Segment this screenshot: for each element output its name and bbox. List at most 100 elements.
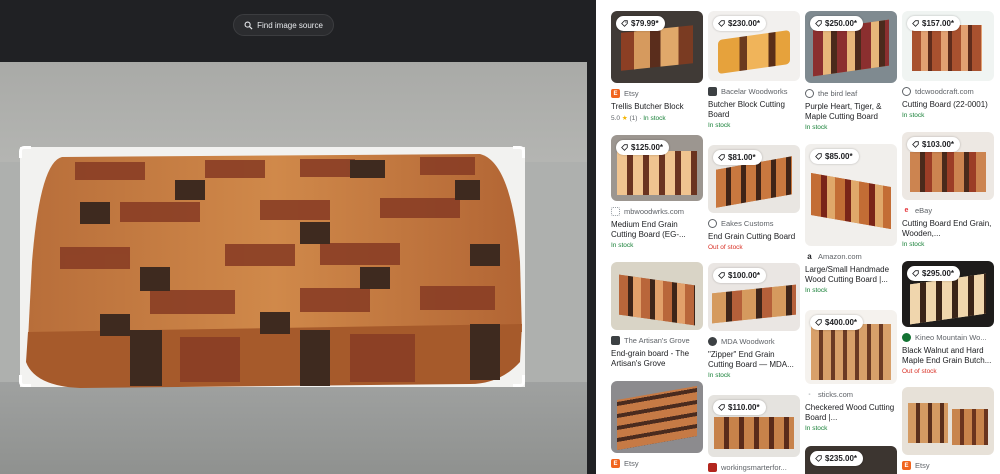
- result-card[interactable]: $85.00* a Amazon.com Large/Small Handmade…: [805, 144, 897, 294]
- tag-icon: [621, 144, 628, 151]
- tag-icon: [718, 272, 725, 279]
- result-card[interactable]: $100.00* MDA Woodwork "Zipper" End Grain…: [708, 263, 800, 379]
- stock-status: In stock: [805, 287, 828, 294]
- result-card[interactable]: $250.00* the bird leaf Purple Heart, Tig…: [805, 11, 897, 131]
- stock-status: In stock: [805, 124, 828, 131]
- result-card[interactable]: $295.00* Kineo Mountain Wo... Black Waln…: [902, 261, 994, 375]
- crop-handle-bottom-right[interactable]: [513, 375, 525, 387]
- result-thumbnail[interactable]: $103.00*: [902, 132, 994, 200]
- find-image-source-label: Find image source: [257, 20, 323, 30]
- price-badge: $100.00*: [713, 268, 767, 283]
- result-card[interactable]: $79.99* E Etsy Trellis Butcher Block 5.0 …: [611, 11, 703, 122]
- result-title[interactable]: End-grain board - The Artisan's Grove: [611, 349, 703, 369]
- price-badge: $157.00*: [907, 16, 961, 31]
- price-badge: $110.00*: [713, 400, 766, 415]
- result-card[interactable]: $125.00* mbwoodwrks.com Medium End Grain…: [611, 135, 703, 249]
- stock-status: In stock: [805, 425, 828, 432]
- result-card[interactable]: $235.00*: [805, 446, 897, 474]
- kineo-icon: [902, 333, 911, 342]
- result-title[interactable]: Butcher Block Cutting Board: [708, 100, 800, 120]
- tag-icon: [718, 154, 725, 161]
- tag-icon: [815, 20, 822, 27]
- result-thumbnail[interactable]: $110.00*: [708, 395, 800, 457]
- result-title[interactable]: Black Walnut and Hard Maple End Grain Bu…: [902, 346, 994, 366]
- result-thumbnail[interactable]: $81.00*: [708, 145, 800, 213]
- price-badge: $103.00*: [907, 137, 961, 152]
- result-card[interactable]: The Artisan's Grove End-grain board - Th…: [611, 262, 703, 369]
- ws-icon: [708, 463, 717, 472]
- result-thumbnail[interactable]: $230.00*: [708, 11, 800, 81]
- tag-icon: [815, 319, 822, 326]
- crop-handle-top-right[interactable]: [513, 146, 525, 158]
- result-title[interactable]: Large/Small Handmade Wood Cutting Board …: [805, 265, 897, 285]
- stock-status: Out of stock: [902, 368, 937, 375]
- amazon-icon: a: [805, 252, 814, 261]
- ebay-icon: e: [902, 206, 911, 215]
- result-title[interactable]: Trellis Butcher Block: [611, 102, 703, 112]
- result-title[interactable]: Medium End Grain Cutting Board (EG-...: [611, 220, 703, 240]
- tag-icon: [912, 141, 919, 148]
- stock-status: In stock: [708, 122, 731, 129]
- result-card[interactable]: $110.00* workingsmarterfor...: [708, 395, 800, 472]
- globe-icon: [902, 87, 911, 96]
- result-card[interactable]: E Etsy: [611, 381, 703, 468]
- price-badge: $125.00*: [616, 140, 670, 155]
- result-thumbnail[interactable]: $250.00*: [805, 11, 897, 83]
- find-image-source-button[interactable]: Find image source: [233, 14, 334, 36]
- result-card[interactable]: $157.00* tdcwoodcraft.com Cutting Board …: [902, 11, 994, 119]
- result-card[interactable]: $103.00* e eBay Cutting Board End Grain, …: [902, 132, 994, 248]
- result-title[interactable]: "Zipper" End Grain Cutting Board — MDA..…: [708, 350, 800, 370]
- stock-status: Out of stock: [708, 244, 743, 251]
- price-badge: $235.00*: [810, 451, 864, 466]
- dots-icon: [611, 207, 620, 216]
- result-title[interactable]: End Grain Cutting Board: [708, 232, 800, 242]
- result-card[interactable]: $81.00* Eakes Customs End Grain Cutting …: [708, 145, 800, 251]
- result-thumbnail[interactable]: [902, 387, 994, 455]
- price-badge: $81.00*: [713, 150, 762, 165]
- result-thumbnail[interactable]: [611, 381, 703, 453]
- tag-icon: [718, 404, 725, 411]
- price-badge: $250.00*: [810, 16, 864, 31]
- result-thumbnail[interactable]: [611, 262, 703, 330]
- result-thumbnail[interactable]: $79.99*: [611, 11, 703, 83]
- artisan-icon: [611, 336, 620, 345]
- globe-icon: [805, 89, 814, 98]
- result-title[interactable]: Checkered Wood Cutting Board |...: [805, 403, 897, 423]
- result-title[interactable]: Cutting Board (22-0001): [902, 100, 994, 110]
- result-thumbnail[interactable]: $85.00*: [805, 144, 897, 246]
- result-card[interactable]: E Etsy: [902, 387, 994, 470]
- result-title[interactable]: Purple Heart, Tiger, & Maple Cutting Boa…: [805, 102, 897, 122]
- price-badge: $230.00*: [713, 16, 767, 31]
- sticks-icon: -: [805, 390, 814, 399]
- etsy-icon: E: [611, 89, 620, 98]
- result-thumbnail[interactable]: $400.00*: [805, 310, 897, 384]
- image-viewer: Find image source: [0, 0, 596, 474]
- mda-icon: [708, 337, 717, 346]
- result-title[interactable]: Cutting Board End Grain, Wooden,...: [902, 219, 994, 239]
- price-badge: $85.00*: [810, 149, 859, 164]
- star-icon: ★: [621, 115, 628, 122]
- visual-matches-grid: $79.99* E Etsy Trellis Butcher Block 5.0 …: [596, 0, 1000, 474]
- result-card[interactable]: $230.00* Bacelar Woodworks Butcher Block…: [708, 11, 800, 129]
- result-thumbnail[interactable]: $295.00*: [902, 261, 994, 327]
- globe-icon: [708, 219, 717, 228]
- result-thumbnail[interactable]: $100.00*: [708, 263, 800, 331]
- tag-icon: [815, 455, 822, 462]
- result-thumbnail[interactable]: $157.00*: [902, 11, 994, 81]
- result-thumbnail[interactable]: $125.00*: [611, 135, 703, 201]
- tag-icon: [912, 270, 919, 277]
- etsy-icon: E: [902, 461, 911, 470]
- crop-handle-top-left[interactable]: [19, 146, 31, 158]
- etsy-icon: E: [611, 459, 620, 468]
- stock-status: In stock: [611, 242, 634, 249]
- price-badge: $295.00*: [907, 266, 961, 281]
- price-badge: $79.99*: [616, 16, 665, 31]
- tag-icon: [815, 153, 822, 160]
- cutting-board-image: [20, 147, 525, 388]
- crop-handle-bottom-left[interactable]: [19, 375, 31, 387]
- tag-icon: [912, 20, 919, 27]
- result-thumbnail[interactable]: $235.00*: [805, 446, 897, 474]
- stock-status: In stock: [902, 112, 925, 119]
- rating: 5.0 ★ (1) · In stock: [611, 115, 666, 122]
- result-card[interactable]: $400.00* - sticks.com Checkered Wood Cutt…: [805, 310, 897, 432]
